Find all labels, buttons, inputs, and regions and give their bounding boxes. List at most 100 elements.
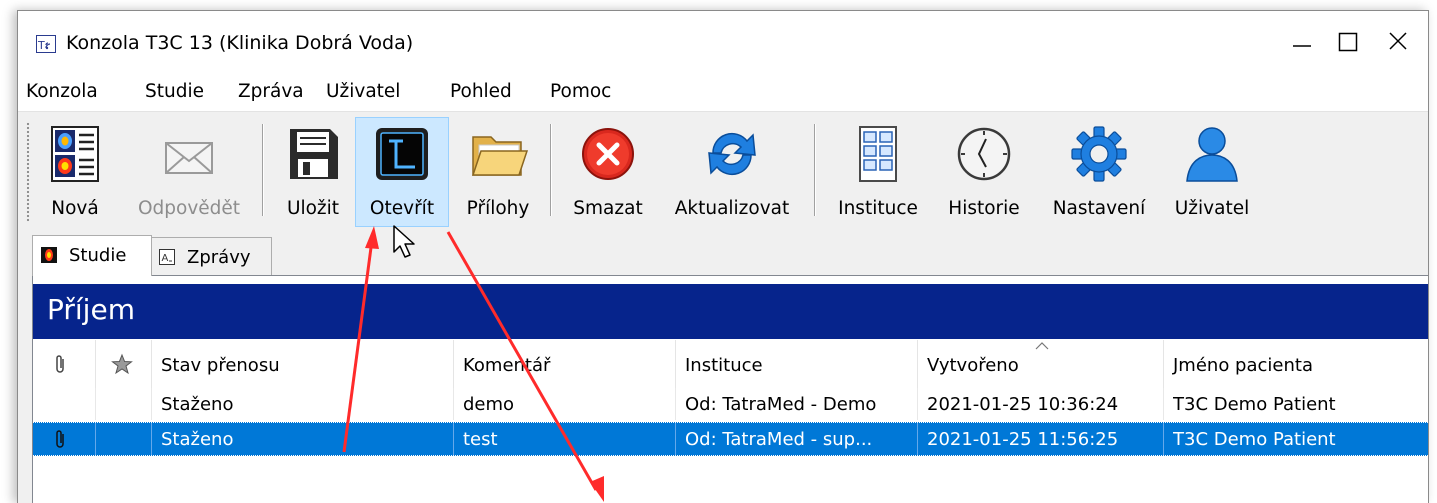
mouse-cursor-icon <box>393 225 415 258</box>
minimize-button[interactable] <box>1276 19 1328 67</box>
nova-button[interactable]: Nová <box>38 118 112 226</box>
menu-bar: Konzola Studie Zpráva Uživatel Pohled Po… <box>18 73 1428 111</box>
list-header: Stav přenosu Komentář Instituce Vytvořen… <box>33 340 1428 388</box>
row-jmeno: T3C Demo Patient <box>1173 394 1336 415</box>
tab-studie[interactable]: Studie <box>32 235 152 276</box>
row-komentar: demo <box>463 394 515 415</box>
smazat-label: Smazat <box>573 198 643 219</box>
historie-button[interactable]: Historie <box>936 118 1032 226</box>
row-vytvoreno-cell: 2021-01-25 11:56:25 <box>917 423 1164 455</box>
header-vytvoreno[interactable]: Vytvořeno <box>917 340 1164 388</box>
menu-studie[interactable]: Studie <box>145 81 204 102</box>
row-star-cell[interactable] <box>95 423 152 455</box>
institution-grid-icon <box>859 126 897 182</box>
nastaveni-button[interactable]: Nastavení <box>1038 118 1160 226</box>
toolbar-separator <box>550 124 552 216</box>
menu-pomoc[interactable]: Pomoc <box>550 81 611 102</box>
studies-panel: Příjem Stav přenosu Komentář Instituce V… <box>32 275 1428 503</box>
reply-envelope-icon <box>165 142 213 174</box>
header-komentar[interactable]: Komentář <box>453 340 676 388</box>
ulozit-button[interactable]: Uložit <box>274 118 352 226</box>
maximize-icon <box>1338 32 1358 52</box>
row-star-cell[interactable] <box>95 388 152 420</box>
header-stav-prenosu[interactable]: Stav přenosu <box>151 340 454 388</box>
uzivatel-label: Uživatel <box>1174 198 1250 219</box>
row-stav: Staženo <box>161 394 234 415</box>
panel-title: Příjem <box>47 293 135 326</box>
row-jmeno-cell: T3C Demo Patient <box>1163 423 1428 455</box>
table-row[interactable]: Staženo demo Od: TatraMed - Demo 2021-01… <box>33 388 1428 420</box>
nastaveni-label: Nastavení <box>1052 198 1146 219</box>
svg-text:T: T <box>37 39 45 52</box>
header-vytvoreno-label: Vytvořeno <box>927 355 1019 376</box>
instituce-button[interactable]: Instituce <box>826 118 930 226</box>
settings-gear-icon <box>1071 126 1127 182</box>
row-komentar-cell: demo <box>453 388 676 420</box>
uzivatel-button[interactable]: Uživatel <box>1164 118 1260 226</box>
odpovedet-button[interactable]: Odpovědět <box>124 118 254 226</box>
delete-x-icon <box>582 128 634 180</box>
star-icon <box>111 353 133 375</box>
tab-studie-label: Studie <box>69 245 127 266</box>
smazat-button[interactable]: Smazat <box>562 118 654 226</box>
paperclip-icon <box>56 430 64 448</box>
header-jmeno-label: Jméno pacienta <box>1173 355 1313 376</box>
row-instituce: Od: TatraMed - sup... <box>685 429 873 450</box>
historie-label: Historie <box>948 198 1020 219</box>
app-logo-icon: T <box>36 35 56 53</box>
svg-text:A: A <box>162 253 169 264</box>
header-komentar-label: Komentář <box>463 355 551 376</box>
row-instituce-cell: Od: TatraMed - sup... <box>675 423 918 455</box>
row-vytvoreno: 2021-01-25 11:56:25 <box>927 429 1119 450</box>
menu-zprava[interactable]: Zpráva <box>238 81 304 102</box>
row-instituce-cell: Od: TatraMed - Demo <box>675 388 918 420</box>
header-jmeno-pacienta[interactable]: Jméno pacienta <box>1163 340 1428 388</box>
row-jmeno-cell: T3C Demo Patient <box>1163 388 1428 420</box>
toolbar-grip[interactable] <box>26 122 30 222</box>
toolbar-separator <box>814 124 816 216</box>
window-title: Konzola T3C 13 (Klinika Dobrá Voda) <box>66 32 414 54</box>
otevrit-label: Otevřít <box>369 198 435 219</box>
app-window: T Konzola T3C 13 (Klinika Dobrá Voda) Ko… <box>17 10 1429 503</box>
menu-pohled[interactable]: Pohled <box>450 81 512 102</box>
row-attachment-cell <box>33 388 96 420</box>
panel-banner: Příjem <box>33 284 1428 339</box>
row-attachment-cell <box>33 423 96 455</box>
paperclip-icon <box>56 355 64 373</box>
report-tab-icon: A <box>159 249 175 265</box>
table-row-selected[interactable]: Staženo test Od: TatraMed - sup... 2021-… <box>33 422 1428 456</box>
header-instituce-label: Instituce <box>685 355 763 376</box>
tab-zpravy[interactable]: A Zprávy <box>150 237 272 276</box>
aktualizovat-label: Aktualizovat <box>674 198 790 219</box>
menu-konzola[interactable]: Konzola <box>26 81 98 102</box>
header-attachment[interactable] <box>33 340 96 388</box>
attachments-folder-icon <box>471 136 529 176</box>
sort-ascending-icon <box>1035 342 1049 350</box>
row-vytvoreno: 2021-01-25 10:36:24 <box>927 394 1119 415</box>
refresh-icon <box>708 132 756 176</box>
nova-label: Nová <box>51 198 99 219</box>
title-bar: T Konzola T3C 13 (Klinika Dobrá Voda) <box>18 11 1428 73</box>
study-tab-icon <box>41 247 57 263</box>
tab-zpravy-label: Zprávy <box>187 247 251 268</box>
menu-uzivatel[interactable]: Uživatel <box>326 81 400 102</box>
user-avatar-icon <box>1186 127 1238 182</box>
row-komentar-cell: test <box>453 423 676 455</box>
row-vytvoreno-cell: 2021-01-25 10:36:24 <box>917 388 1164 420</box>
open-terminal-icon <box>376 128 428 180</box>
maximize-button[interactable] <box>1322 19 1374 67</box>
otevrit-button[interactable]: Otevřít <box>355 117 449 227</box>
aktualizovat-button[interactable]: Aktualizovat <box>658 118 806 226</box>
save-floppy-icon <box>290 129 338 179</box>
toolbar-separator <box>262 124 264 216</box>
instituce-label: Instituce <box>838 198 918 219</box>
prilohy-button[interactable]: Přílohy <box>452 118 544 226</box>
header-instituce[interactable]: Instituce <box>675 340 918 388</box>
row-stav: Staženo <box>161 429 234 450</box>
header-star[interactable] <box>95 340 152 388</box>
close-button[interactable] <box>1372 19 1424 67</box>
toolbar: Nová Odpovědět Uložit Otevřít Přílohy Sm… <box>18 111 1428 235</box>
ulozit-label: Uložit <box>286 198 340 219</box>
prilohy-label: Přílohy <box>466 198 530 219</box>
row-komentar: test <box>463 429 498 450</box>
